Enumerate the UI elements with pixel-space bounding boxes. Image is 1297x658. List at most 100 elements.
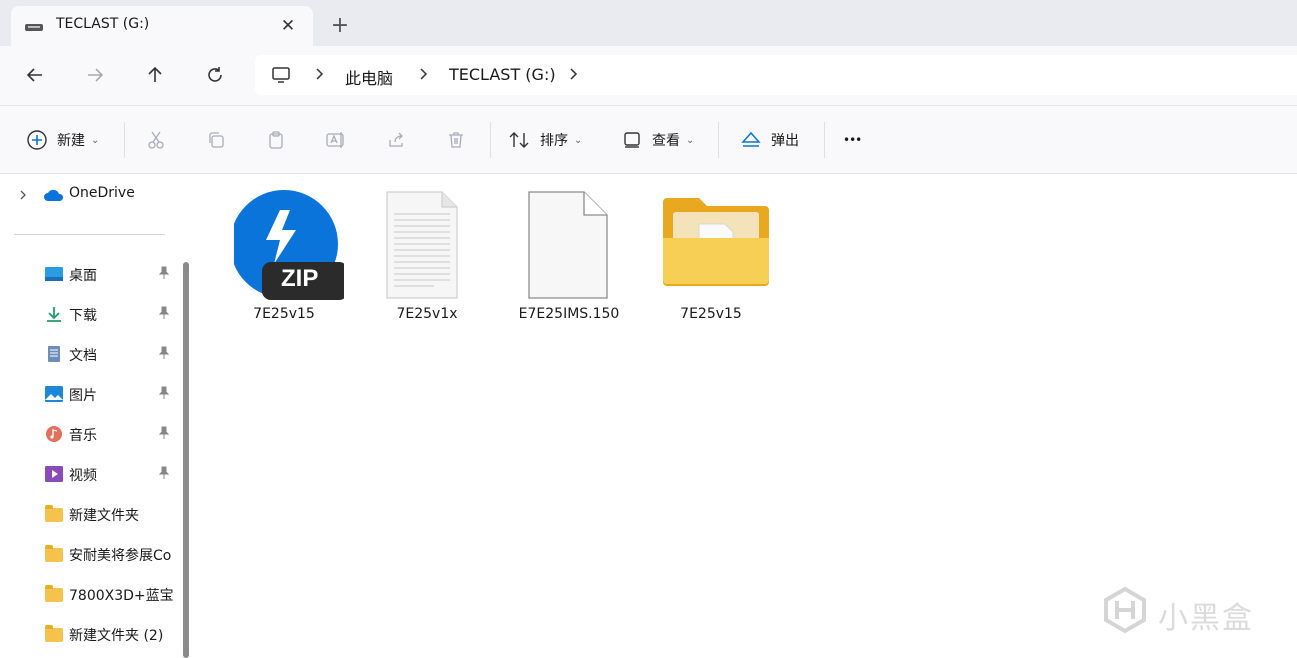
tab-strip: TECLAST (G:) ✕ + [0, 0, 1297, 47]
pin-icon[interactable] [158, 466, 170, 480]
sidebar-item-label: 新建文件夹 (2) [69, 628, 164, 644]
file-item-folder[interactable]: 7E25v15 [646, 190, 776, 330]
address-bar[interactable]: 此电脑 TECLAST (G:) [255, 55, 1297, 95]
view-icon [624, 132, 640, 148]
sidebar-item-folder[interactable]: 7800X3D+蓝宝 [0, 576, 180, 612]
file-name: 7E25v1x [396, 306, 458, 322]
file-name: E7E25IMS.150 [518, 306, 620, 322]
monitor-icon [271, 65, 291, 89]
folder-icon [45, 585, 63, 604]
paste-button[interactable] [264, 128, 288, 152]
sidebar-item-folder[interactable]: 安耐美将参展Co [0, 536, 180, 572]
forward-button[interactable] [80, 60, 110, 90]
file-item-zip[interactable]: ZIP 7E25v15 [219, 190, 349, 330]
watermark-logo: 小黑盒 [1102, 586, 1272, 636]
sidebar-item-downloads[interactable]: 下载 [0, 296, 180, 332]
trash-icon [449, 132, 463, 148]
file-list: ZIP 7E25v15 7E25v1x E7E25IMS.150 7E25v15 [196, 174, 1297, 658]
up-arrow-icon [148, 66, 162, 82]
chevron-down-icon: ⌄ [574, 134, 583, 146]
cut-icon [148, 131, 164, 149]
sidebar-scrollbar[interactable] [183, 262, 189, 658]
onedrive-cloud-icon [44, 189, 64, 201]
sidebar-item-desktop[interactable]: 桌面 [0, 256, 180, 292]
eject-button[interactable]: 弹出 [740, 126, 799, 154]
rename-icon [326, 132, 344, 148]
pin-icon[interactable] [158, 266, 170, 280]
chevron-right-icon[interactable] [18, 189, 28, 201]
sidebar-item-label: 新建文件夹 [69, 508, 139, 524]
sort-label: 排序 [540, 133, 568, 149]
refresh-icon [208, 67, 222, 82]
copy-button[interactable] [204, 128, 228, 152]
navigation-pane: OneDrive 桌面 下载 文档 图片 音乐 视频 新建文件夹 安耐美将参展C… [0, 174, 192, 658]
sidebar-item-onedrive[interactable]: OneDrive [0, 176, 180, 212]
new-label: 新建 [57, 133, 85, 149]
pin-icon[interactable] [158, 386, 170, 400]
rename-button[interactable] [324, 128, 348, 152]
sort-icon [509, 132, 529, 148]
cut-button[interactable] [144, 128, 168, 152]
refresh-button[interactable] [200, 60, 230, 90]
music-icon [46, 426, 62, 442]
document-icon [48, 346, 60, 362]
eject-icon [741, 131, 761, 147]
desktop-icon [45, 267, 63, 281]
download-icon [47, 307, 61, 322]
file-item-generic[interactable]: E7E25IMS.150 [504, 190, 634, 330]
sidebar-divider [14, 234, 165, 235]
breadcrumb-this-pc[interactable]: 此电脑 [345, 65, 393, 89]
more-options-button[interactable]: ••• [843, 126, 862, 154]
pin-icon[interactable] [158, 426, 170, 440]
new-tab-button[interactable]: + [328, 14, 352, 38]
delete-button[interactable] [444, 128, 468, 152]
sidebar-item-music[interactable]: 音乐 [0, 416, 180, 452]
zip-badge-label: ZIP [281, 265, 319, 292]
chevron-down-icon: ⌄ [91, 134, 100, 146]
folder-icon [45, 545, 63, 564]
sidebar-item-label: 7800X3D+蓝宝 [69, 588, 174, 604]
folder-icon [663, 198, 769, 286]
share-button[interactable] [384, 128, 408, 152]
back-arrow-icon [26, 68, 42, 82]
new-button[interactable]: 新建 ⌄ [26, 126, 99, 154]
file-name: 7E25v15 [253, 306, 315, 322]
sidebar-item-documents[interactable]: 文档 [0, 336, 180, 372]
sidebar-item-folder[interactable]: 新建文件夹 (2) [0, 616, 180, 652]
breadcrumb-teclast[interactable]: TECLAST (G:) [449, 65, 556, 84]
share-icon [389, 132, 403, 147]
view-label: 查看 [652, 133, 680, 149]
chevron-right-icon [316, 68, 324, 80]
chevron-down-icon: ⌄ [686, 134, 695, 146]
sort-button[interactable]: 排序 ⌄ [508, 126, 582, 154]
folder-icon [45, 505, 63, 524]
add-circle-icon [27, 130, 47, 150]
divider [490, 122, 491, 158]
tab-teclast[interactable]: TECLAST (G:) ✕ [11, 6, 313, 47]
file-name: 7E25v15 [680, 306, 742, 322]
text-document-icon [386, 191, 458, 299]
sidebar-item-folder[interactable]: 新建文件夹 [0, 496, 180, 532]
file-item-text[interactable]: 7E25v1x [362, 190, 492, 330]
sidebar-item-pictures[interactable]: 图片 [0, 376, 180, 412]
watermark-text: 小黑盒 [1158, 601, 1254, 636]
eject-label: 弹出 [771, 133, 799, 149]
chevron-right-icon[interactable] [567, 66, 579, 82]
back-button[interactable] [20, 60, 50, 90]
folder-icon [45, 625, 63, 644]
generic-file-icon [528, 191, 608, 299]
up-button[interactable] [140, 60, 170, 90]
paste-icon [269, 131, 283, 149]
heybox-logo-icon [1104, 586, 1146, 634]
divider [824, 122, 825, 158]
chevron-right-icon [420, 68, 428, 80]
pictures-icon [45, 386, 63, 402]
pin-icon[interactable] [158, 306, 170, 320]
divider [718, 122, 719, 158]
tab-title: TECLAST (G:) [56, 16, 150, 32]
sidebar-item-videos[interactable]: 视频 [0, 456, 180, 492]
sidebar-item-label: 安耐美将参展Co [69, 548, 172, 564]
tab-close-button[interactable]: ✕ [277, 15, 299, 37]
pin-icon[interactable] [158, 346, 170, 360]
view-button[interactable]: 查看 ⌄ [622, 126, 694, 154]
